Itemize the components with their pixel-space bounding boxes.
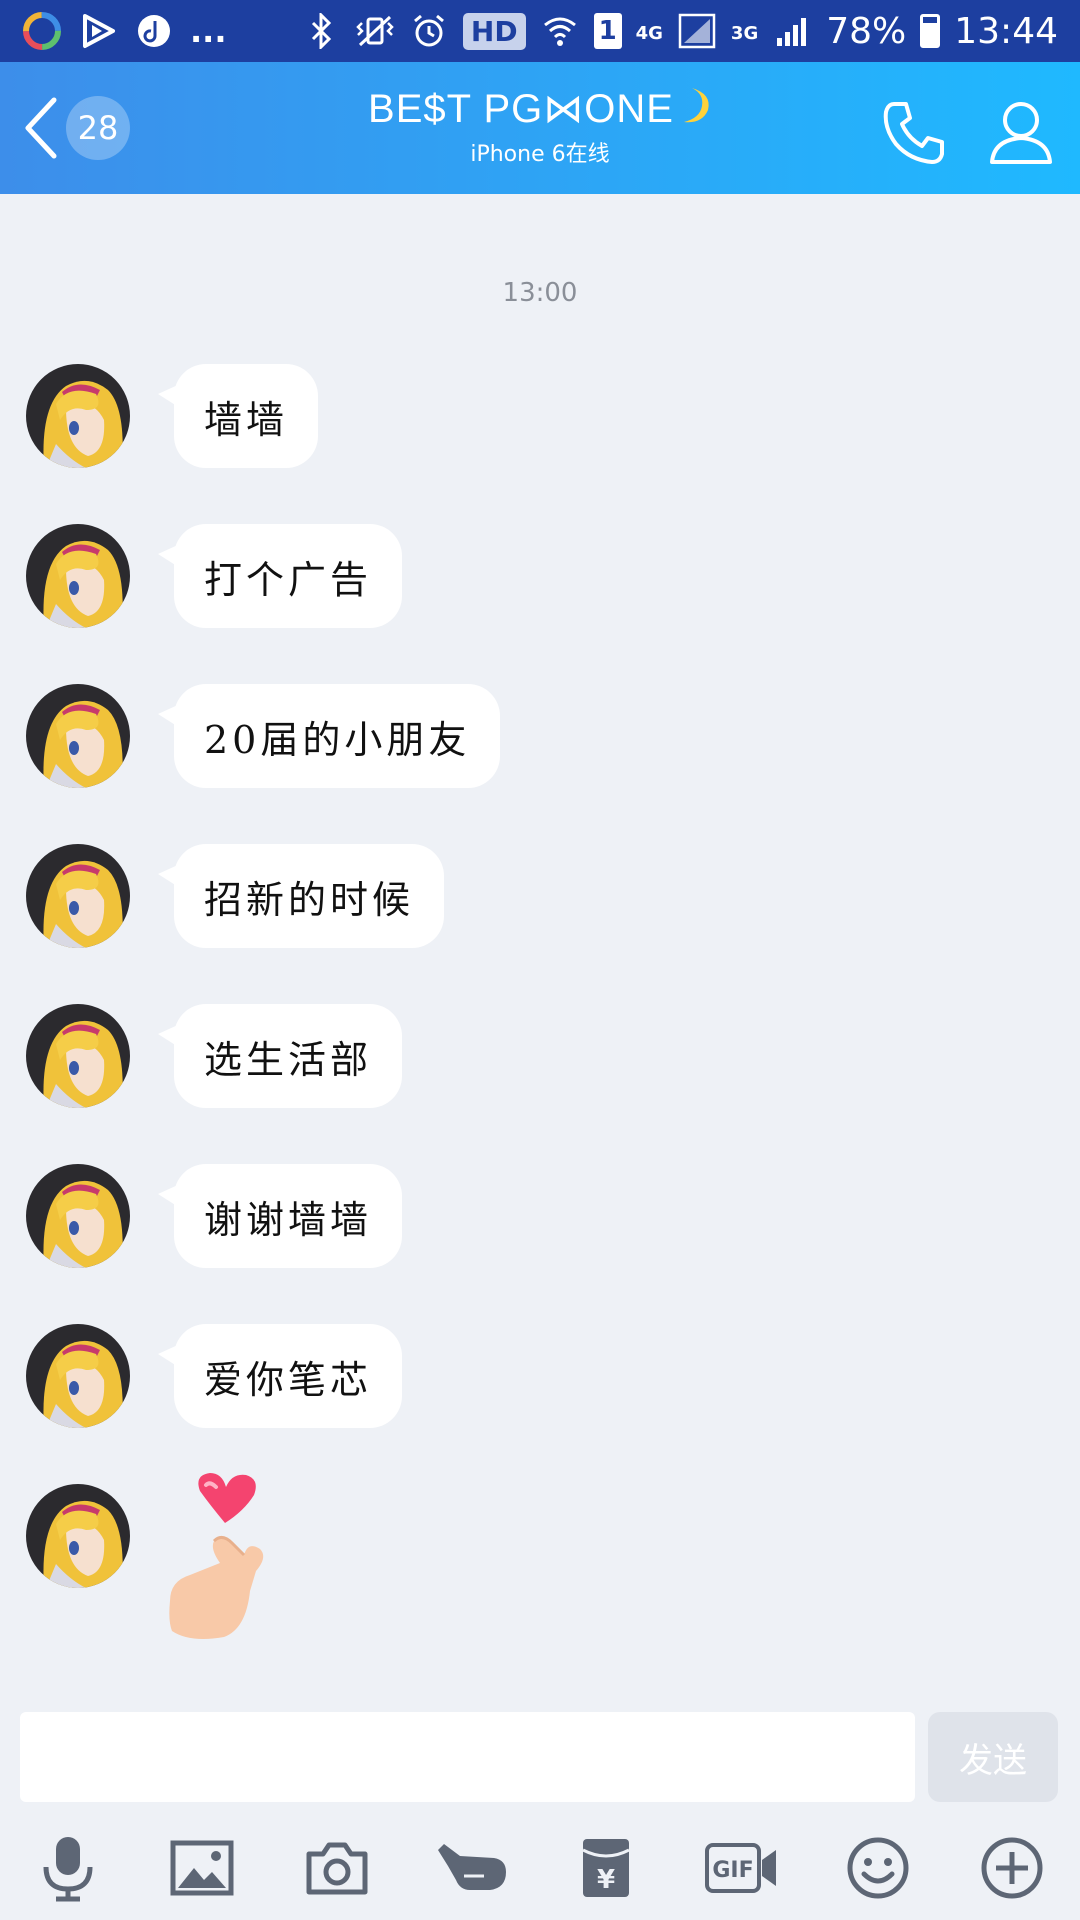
image-icon: [170, 1840, 234, 1896]
message-bubble[interactable]: 选生活部: [157, 1004, 403, 1108]
vibrate-mute-icon: [355, 11, 395, 51]
avatar[interactable]: [26, 364, 130, 468]
sim-slot-badge: 1: [593, 13, 622, 49]
bluetooth-icon: [301, 11, 341, 51]
finger-heart-sticker[interactable]: [150, 1471, 300, 1661]
svg-text:¥: ¥: [597, 1865, 615, 1895]
message-row: 招新的时候: [26, 841, 445, 951]
signal-4g-icon: [677, 11, 717, 51]
wifi-icon: [540, 11, 580, 51]
avatar[interactable]: [26, 1484, 130, 1588]
input-toolbar: ¥ GIF: [0, 1822, 1080, 1920]
poke-button[interactable]: [432, 1828, 512, 1908]
red-packet-button[interactable]: ¥: [566, 1828, 646, 1908]
microphone-icon: [43, 1837, 93, 1902]
message-row: 谢谢墙墙: [26, 1161, 403, 1271]
image-button[interactable]: [162, 1828, 242, 1908]
alarm-icon: [409, 11, 449, 51]
avatar[interactable]: [26, 844, 130, 948]
hd-voice-badge: HD: [462, 12, 526, 50]
plus-icon: [981, 1837, 1043, 1899]
call-button[interactable]: [880, 98, 950, 168]
avatar[interactable]: [26, 1004, 130, 1108]
camera-button[interactable]: [297, 1828, 377, 1908]
emoji-icon: [847, 1837, 909, 1899]
send-button[interactable]: 发送: [928, 1712, 1058, 1802]
message-row: [26, 1473, 300, 1639]
network-3g-label: 3G: [730, 22, 759, 44]
message-timestamp: 13:00: [502, 278, 578, 308]
music-app-icon: [134, 11, 174, 51]
avatar[interactable]: [26, 524, 130, 628]
svg-text:GIF: GIF: [712, 1858, 753, 1883]
emoji-button[interactable]: [838, 1828, 918, 1908]
gif-button[interactable]: GIF: [702, 1828, 782, 1908]
poke-icon: [438, 1844, 506, 1890]
signal-3g-icon: [772, 11, 812, 51]
clock: 13:44: [954, 10, 1058, 52]
status-bar: ... HD 1 4G 3G 78% 13:44: [0, 0, 1080, 62]
more-button[interactable]: [972, 1828, 1052, 1908]
camera-icon: [306, 1842, 368, 1895]
phone-icon: [883, 102, 944, 164]
moon-icon: [683, 88, 709, 123]
network-4g-label: 4G: [635, 22, 663, 44]
message-bubble[interactable]: 打个广告: [157, 524, 403, 628]
message-bubble[interactable]: 爱你笔芯: [157, 1324, 403, 1428]
red-packet-icon: ¥: [582, 1839, 630, 1897]
voice-button[interactable]: [28, 1828, 108, 1908]
message-bubble[interactable]: 20届的小朋友: [157, 684, 501, 788]
more-notifications-text: ...: [190, 12, 227, 50]
battery-icon: [920, 14, 941, 48]
avatar[interactable]: [26, 1324, 130, 1428]
message-row: 爱你笔芯: [26, 1321, 403, 1431]
avatar[interactable]: [26, 1164, 130, 1268]
profile-button[interactable]: [986, 98, 1056, 168]
message-bubble[interactable]: 墙墙: [157, 364, 319, 468]
video-play-icon: [78, 11, 118, 51]
message-bubble[interactable]: 谢谢墙墙: [157, 1164, 403, 1268]
avatar[interactable]: [26, 684, 130, 788]
chat-header: 28 BE$T PG⋈ONE iPhone 6在线: [0, 62, 1080, 194]
message-input[interactable]: [20, 1712, 915, 1802]
message-row: 20届的小朋友: [26, 681, 501, 791]
message-row: 选生活部: [26, 1001, 403, 1111]
battery-percent: 78%: [826, 10, 907, 52]
message-bubble[interactable]: 招新的时候: [157, 844, 445, 948]
app-notification-icon: [22, 11, 62, 51]
message-row: 打个广告: [26, 521, 403, 631]
person-icon: [990, 102, 1052, 164]
message-row: 墙墙: [26, 361, 319, 471]
gif-icon: GIF: [705, 1843, 776, 1893]
